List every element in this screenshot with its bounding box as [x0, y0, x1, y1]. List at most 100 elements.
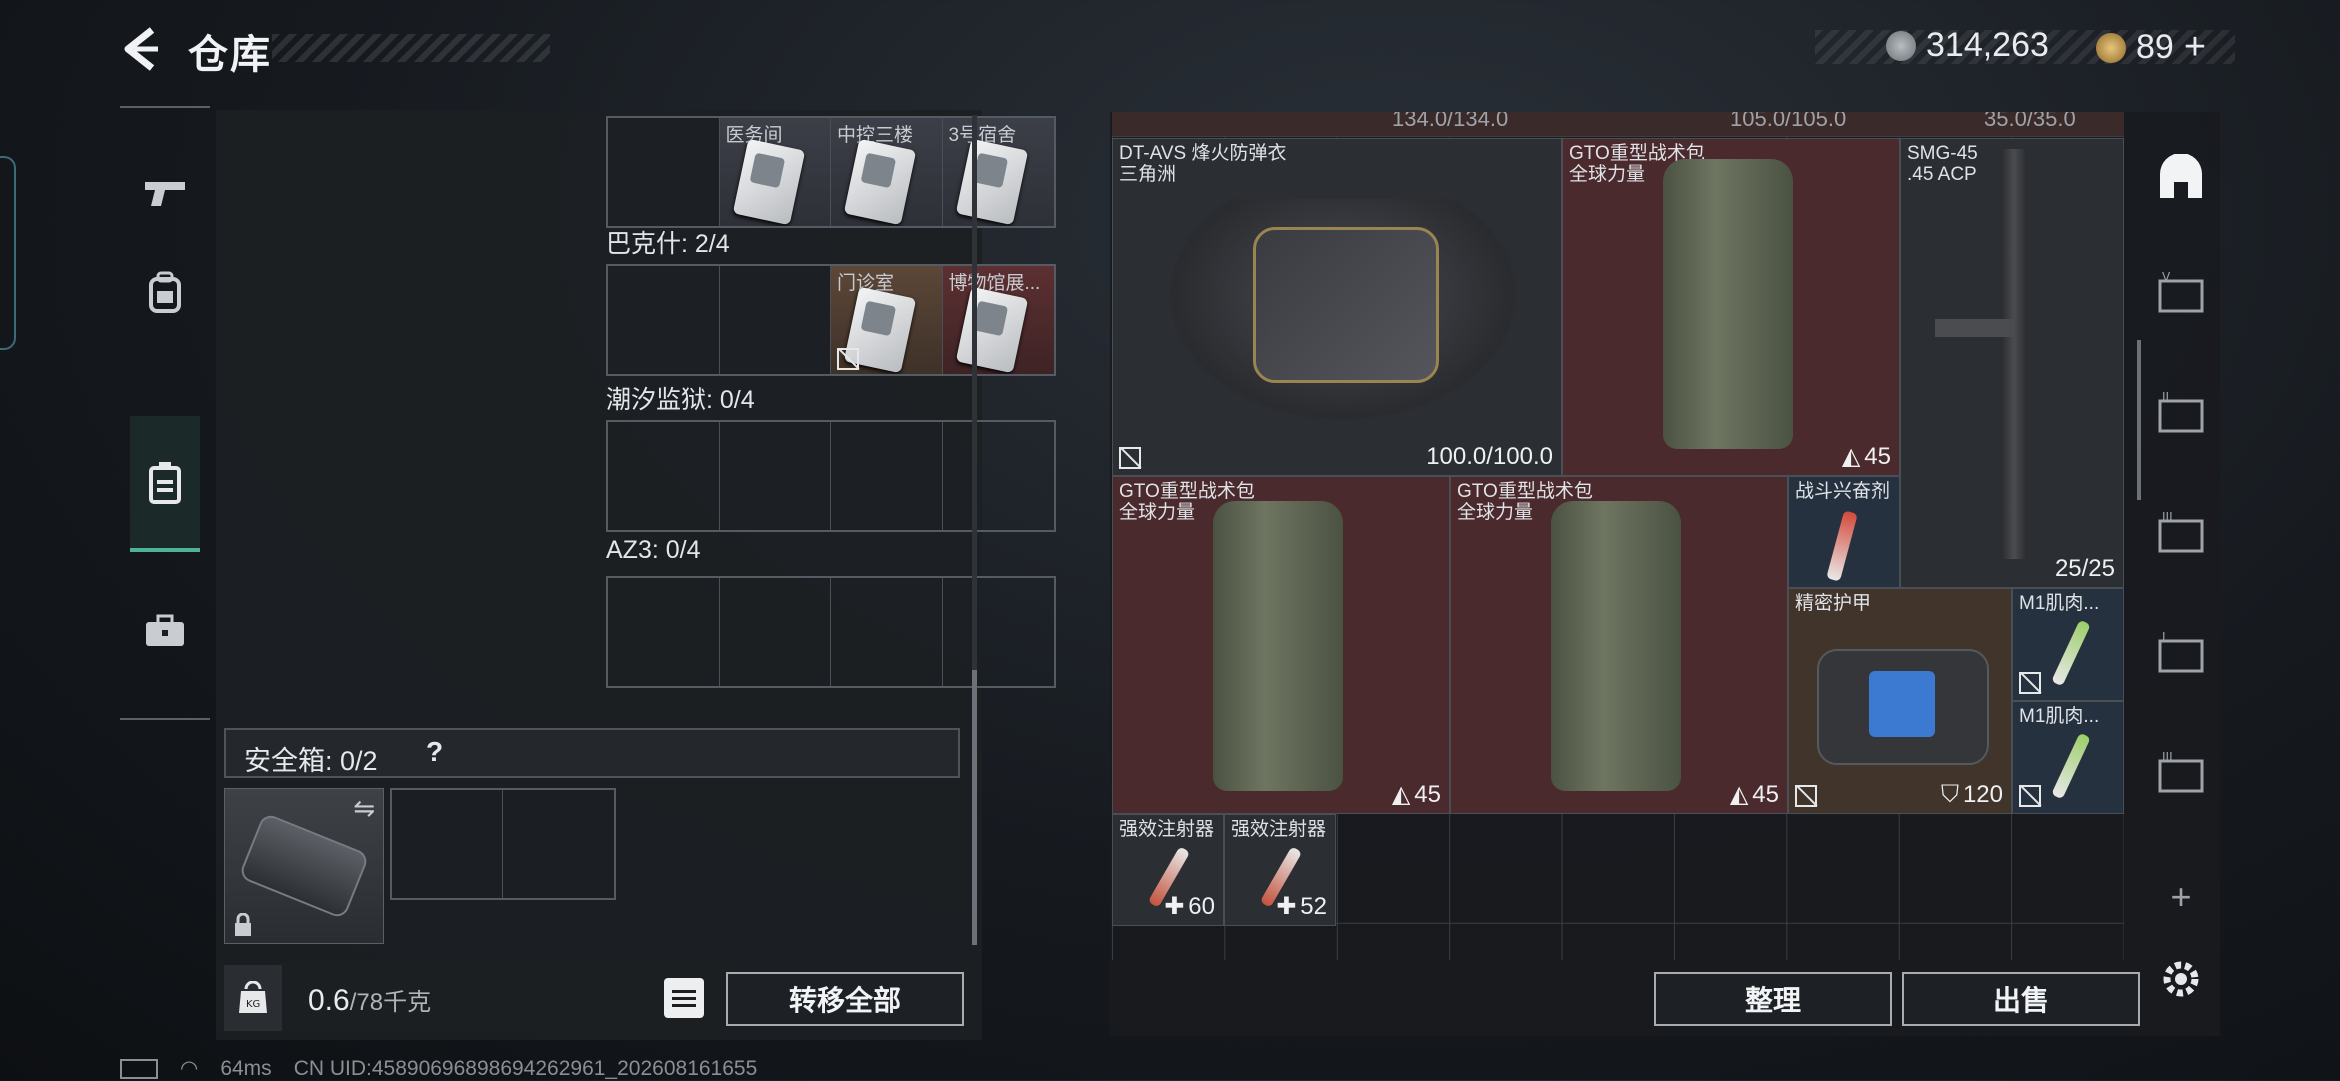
key-row-1: 医务间 中控三楼 3号宿舍 — [606, 116, 1056, 228]
syringe-image — [2051, 619, 2091, 687]
settings-button[interactable] — [2154, 952, 2208, 1006]
key-slot[interactable] — [608, 578, 720, 686]
container-ii-icon: II — [2158, 391, 2204, 433]
capacity-value: ◭ 45 — [1841, 442, 1891, 471]
key-slot[interactable]: 门诊室 — [831, 266, 943, 374]
container-iii-icon: III — [2158, 751, 2204, 793]
keycard-icon — [955, 286, 1028, 374]
capacity-icon: ◭ — [1729, 781, 1749, 808]
nav-container-ii[interactable]: II — [2154, 386, 2208, 440]
nav-container-i[interactable]: I — [2154, 626, 2208, 680]
organize-button[interactable]: 整理 — [1654, 972, 1892, 1026]
no-sell-icon — [2019, 672, 2041, 694]
keycard-icon — [955, 138, 1028, 226]
key-slot[interactable] — [720, 578, 831, 686]
safebox-label: 安全箱: 0/2 — [244, 746, 378, 776]
svg-text:KG: KG — [246, 999, 260, 1010]
key-slot[interactable]: 中控三楼 — [831, 118, 943, 226]
key-slot[interactable] — [720, 422, 831, 530]
key-slot[interactable] — [831, 578, 943, 686]
key-slot[interactable] — [720, 266, 831, 374]
nav-toolbox[interactable] — [130, 596, 200, 666]
key-slot[interactable] — [943, 422, 1055, 530]
title-decoration — [272, 34, 550, 62]
item-armor-case[interactable]: 精密护甲 ⛉ 120 — [1788, 588, 2012, 814]
capacity-icon: ◭ — [1841, 443, 1861, 470]
key-slot[interactable] — [943, 578, 1055, 686]
safebox-slot[interactable] — [503, 790, 614, 898]
swap-icon[interactable]: ⇋ — [353, 793, 375, 824]
armor-value: ⛉ 120 — [1940, 781, 2003, 808]
item-smg[interactable]: SMG-45.45 ACP 25/25 — [1900, 138, 2124, 588]
key-group-label: 潮汐监狱: 0/4 — [606, 386, 755, 414]
key-slot[interactable]: 医务间 — [719, 118, 831, 226]
nav-weapon[interactable] — [130, 158, 200, 228]
syringe-image — [1826, 510, 1858, 582]
top-row-values: 134.0/134.0 105.0/105.0 35.0/35.0 — [1112, 112, 2124, 136]
token-balance[interactable]: 89 + — [2096, 26, 2206, 69]
backpack-image — [1551, 501, 1681, 791]
right-scroll-thumb[interactable] — [2137, 340, 2141, 500]
sell-button[interactable]: 出售 — [1902, 972, 2140, 1026]
item-injector[interactable]: 强效注射器 ✚ 52 — [1224, 814, 1336, 926]
home-container-icon — [2160, 154, 2202, 198]
toolbox-icon — [146, 614, 184, 646]
key-slot[interactable]: 3号宿舍 — [942, 118, 1054, 226]
item-muscle-stim[interactable]: M1肌肉... — [2012, 701, 2124, 814]
key-row-4 — [606, 576, 1056, 688]
key-row-2: 门诊室 博物馆展... — [606, 264, 1056, 376]
shield-icon: ⛉ — [1940, 781, 1959, 808]
nav-all-containers[interactable] — [2154, 152, 2208, 206]
add-container-icon[interactable]: + — [2154, 870, 2208, 924]
item-backpack[interactable]: GTO重型战术包 全球力量 ◭ 45 — [1562, 138, 1900, 476]
backpack-icon — [149, 271, 181, 313]
svg-text:III: III — [2162, 751, 2173, 764]
back-button[interactable] — [118, 26, 164, 72]
syringe-image — [2051, 732, 2091, 800]
plus-icon: ✚ — [1276, 893, 1297, 920]
item-injector[interactable]: 强效注射器 ✚ 60 — [1112, 814, 1224, 926]
weight-icon: KG — [224, 965, 282, 1031]
strip-value: 35.0/35.0 — [1984, 112, 2076, 131]
item-name: M1肌肉... — [2019, 593, 2100, 614]
safebox-slot[interactable] — [392, 790, 503, 898]
item-name: 战斗兴奋剂 — [1795, 481, 1891, 502]
smg-image — [2001, 149, 2027, 559]
token-icon — [2096, 32, 2126, 63]
nav-container-iii-b[interactable]: III — [2154, 746, 2208, 800]
key-slot[interactable] — [608, 118, 720, 226]
nav-container-v[interactable]: V — [2154, 266, 2208, 320]
item-name: SMG-45.45 ACP — [1907, 143, 1978, 185]
item-armor[interactable]: DT-AVS 烽火防弹衣 三角洲 100.0/100.0 — [1112, 138, 1562, 476]
user-uid: CN UID:45890696898694262961_202608161655 — [293, 1056, 758, 1080]
key-slot[interactable] — [608, 422, 720, 530]
nav-keycard[interactable] — [130, 416, 200, 552]
item-muscle-stim[interactable]: M1肌肉... — [2012, 588, 2124, 701]
item-backpack[interactable]: GTO重型战术包 全球力量 ◭ 45 — [1450, 476, 1788, 814]
transfer-all-button[interactable]: 转移全部 — [726, 972, 964, 1026]
safebox-header: 安全箱: 0/2 ? — [224, 728, 960, 778]
smg-grip — [1935, 319, 2015, 337]
nav-container-iii[interactable]: III — [2154, 506, 2208, 560]
nav-backpack[interactable] — [130, 258, 200, 328]
key-slot[interactable]: 博物馆展... — [942, 266, 1054, 374]
strip-value: 105.0/105.0 — [1730, 112, 1847, 131]
capacity-value: ◭ 45 — [1391, 780, 1441, 809]
left-scroll-thumb[interactable] — [972, 670, 977, 945]
status-footer: ◠ 64ms CN UID:45890696898694262961_20260… — [120, 1056, 757, 1081]
add-token-icon[interactable]: + — [2184, 26, 2206, 69]
key-slot[interactable] — [831, 422, 943, 530]
container-v-icon: V — [2158, 271, 2204, 313]
weight-max: /78千克 — [349, 989, 432, 1016]
weight-current: 0.6 — [308, 984, 350, 1017]
wifi-icon: ◠ — [180, 1057, 199, 1080]
container-iii-icon: III — [2158, 511, 2204, 553]
key-slot[interactable] — [608, 266, 720, 374]
keycard-icon — [732, 138, 805, 226]
item-backpack[interactable]: GTO重型战术包 全球力量 ◭ 45 — [1112, 476, 1450, 814]
list-view-button[interactable] — [664, 978, 704, 1018]
side-edge-marker — [0, 156, 16, 350]
help-icon[interactable]: ? — [426, 736, 443, 768]
safebox-item[interactable]: ⇋ — [224, 788, 384, 944]
item-stim[interactable]: 战斗兴奋剂 — [1788, 476, 1900, 588]
